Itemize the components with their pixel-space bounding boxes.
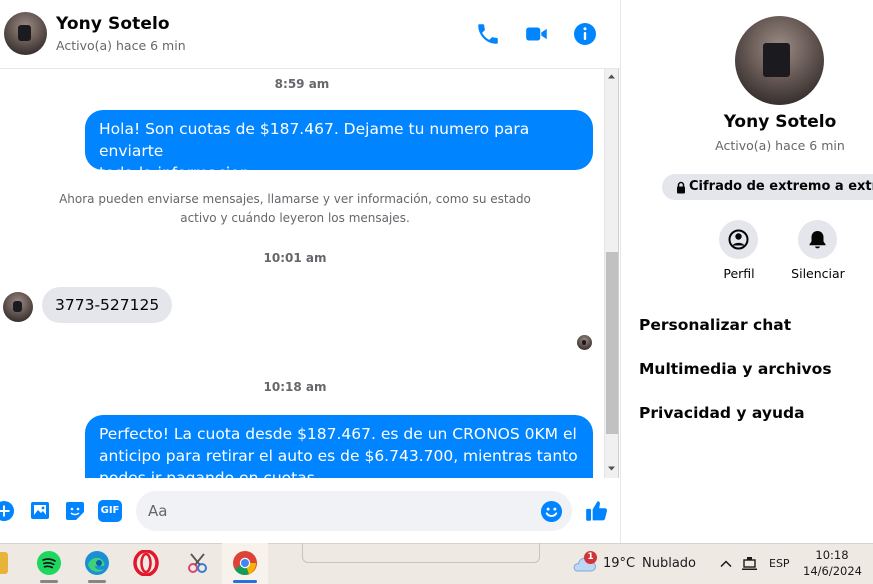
running-indicator [88,580,106,583]
active-indicator [233,580,257,583]
weather-condition[interactable]: Nublado [642,556,696,571]
clock-time: 10:18 [815,548,849,562]
message-text: anticipo para retirar el auto es de $6.7… [99,447,578,465]
timestamp: 8:59 am [274,77,330,91]
emoji-icon[interactable] [540,500,563,523]
sticker-icon[interactable] [64,500,86,522]
snipping-tool-icon[interactable] [184,550,210,576]
opera-browser-icon[interactable] [133,550,159,576]
clock[interactable]: 10:18 14/6/2024 [803,547,862,579]
media-files-item[interactable]: Multimedia y archivos [639,360,832,378]
message-input[interactable] [136,491,572,531]
privacy-help-item[interactable]: Privacidad y ayuda [639,404,805,422]
video-call-icon[interactable] [524,21,550,47]
running-indicator [40,580,58,583]
profile-status: Activo(a) hace 6 min [715,138,845,153]
profile-button[interactable] [719,220,758,259]
scroll-down-arrow-icon[interactable] [604,461,619,476]
encryption-text: Cifrado de extremo a extremo [689,179,873,194]
system-notice-text: Ahora pueden enviarse mensajes, llamarse… [59,192,531,206]
file-explorer-icon[interactable] [0,552,8,574]
spotify-icon[interactable] [36,550,62,576]
outgoing-message[interactable]: Hola! Son cuotas de $187.467. Dejame tu … [85,110,593,182]
thumbs-up-icon[interactable] [584,498,610,524]
system-notice: Ahora pueden enviarse mensajes, llamarse… [0,190,590,228]
encryption-badge[interactable]: Cifrado de extremo a extremo [662,174,873,200]
plus-circle-icon[interactable] [0,500,15,522]
edge-browser-icon[interactable] [84,550,110,576]
profile-avatar-large[interactable] [735,16,824,105]
contact-status: Activo(a) hace 6 min [56,38,186,53]
taskbar-search-box[interactable] [302,543,540,563]
clock-date: 14/6/2024 [803,564,862,578]
outgoing-message[interactable]: Perfecto! La cuota desde $187.467. es de… [85,415,593,478]
info-icon[interactable] [573,22,599,48]
weather-temperature[interactable]: 19°C [603,556,635,571]
message-text: Perfecto! La cuota desde $187.467. es de… [99,425,577,443]
contact-avatar[interactable] [4,12,47,55]
phone-call-icon[interactable] [475,21,501,47]
image-icon[interactable] [30,500,52,522]
message-list[interactable]: 8:59 am Hola! Son cuotas de $187.467. De… [0,69,604,478]
network-icon[interactable] [741,556,759,572]
timestamp: 10:01 am [263,251,327,265]
mute-button-label: Silenciar [791,266,845,281]
message-text: Hola! Son cuotas de $187.467. Dejame tu … [99,120,530,160]
incoming-message[interactable]: 3773-527125 [42,287,173,323]
lock-icon [675,181,687,194]
scroll-up-arrow-icon[interactable] [604,69,619,84]
system-notice-text: activo y cuándo leyeron los mensajes. [180,211,410,225]
message-text: podes ir pagando en cuotas [99,469,315,478]
contact-avatar-small[interactable] [3,292,33,322]
profile-name: Yony Sotelo [723,112,837,132]
read-receipt-avatar [577,335,592,350]
message-text: 3773-527125 [55,296,160,314]
contact-name[interactable]: Yony Sotelo [56,14,170,34]
profile-button-label: Perfil [723,266,755,281]
chrome-browser-icon[interactable] [232,550,258,576]
scrollbar-thumb[interactable] [606,252,618,434]
language-indicator[interactable]: ESP [769,557,790,570]
chevron-up-icon[interactable] [719,557,733,571]
gif-button[interactable]: GIF [98,500,122,522]
notification-badge: 1 [584,551,597,564]
customize-chat-item[interactable]: Personalizar chat [639,316,791,334]
message-input-placeholder: Aa [148,502,168,520]
message-text: toda la informacion [99,164,250,182]
timestamp: 10:18 am [263,380,327,394]
mute-button[interactable] [798,220,837,259]
